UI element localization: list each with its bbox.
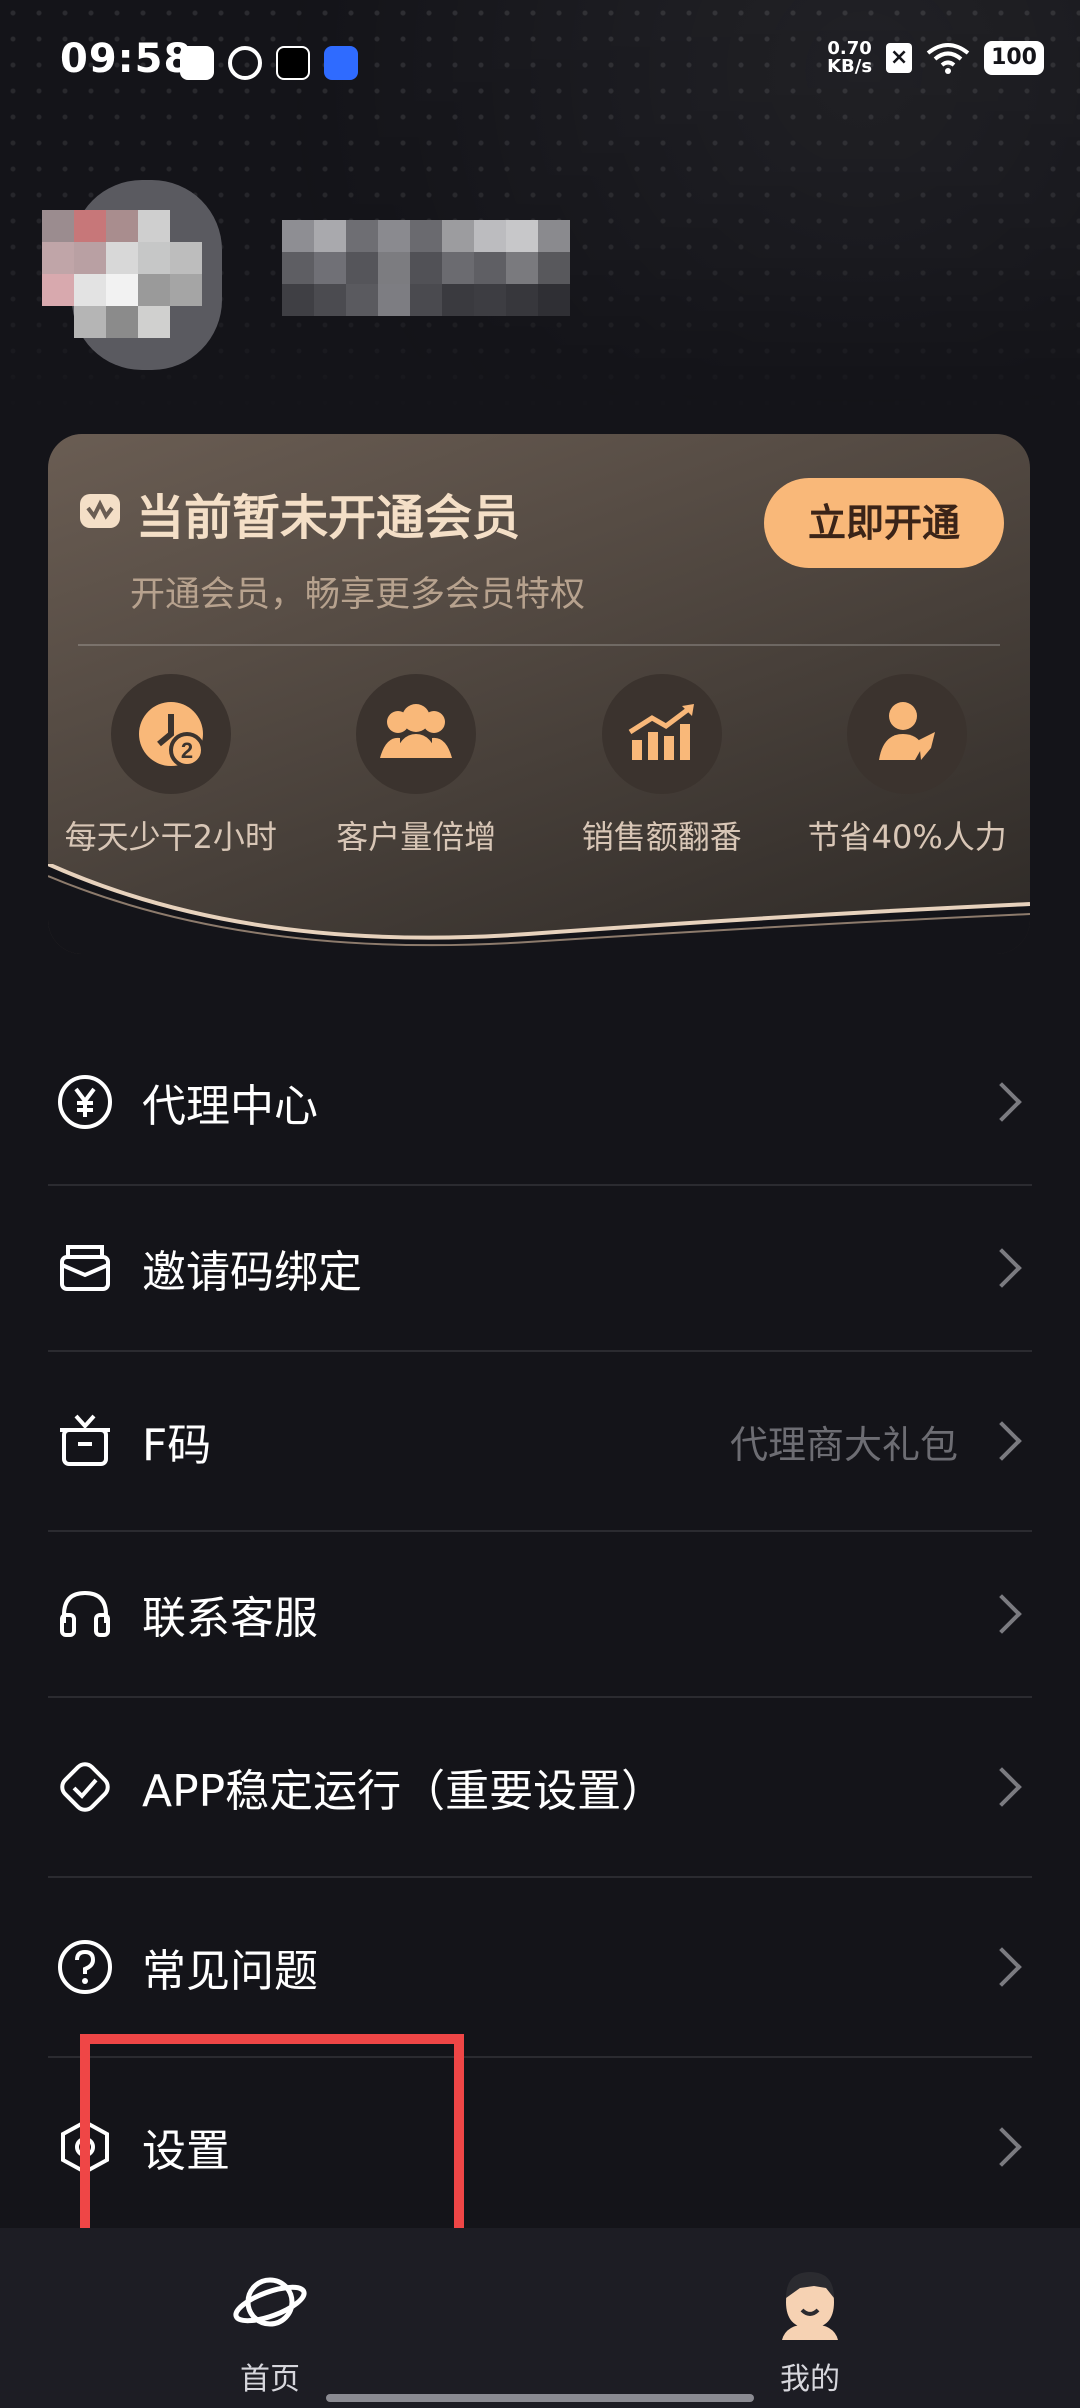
chevron-right-icon [982, 1421, 1022, 1461]
profile-header[interactable] [32, 180, 672, 400]
crown-icon [80, 494, 120, 528]
envelope-icon [60, 1245, 110, 1291]
benefit-item: 节省40%人力 [792, 674, 1022, 858]
chevron-right-icon [982, 1767, 1022, 1807]
wifi-icon [926, 43, 970, 74]
mail-icon [180, 46, 214, 80]
status-bar: 09:58 0.70 KB/s × 100 [0, 0, 1080, 120]
headset-icon [60, 1590, 110, 1637]
benefit-label: 客户量倍增 [336, 818, 497, 856]
group-icon [356, 674, 477, 794]
tab-label: 首页 [240, 2362, 300, 2397]
status-right: 0.70 KB/s × 100 [827, 40, 1044, 76]
menu-item-agent-center[interactable]: 代理中心 [48, 1020, 1032, 1186]
menu-item-invite-code[interactable]: 邀请码绑定 [48, 1186, 1032, 1352]
menu-label: APP稳定运行（重要设置） [142, 1766, 666, 1817]
battery-indicator: 100 [984, 41, 1044, 75]
vip-benefits: 2 每天少干2小时 客户量倍增 销售额翻番 节省40%人力 [48, 674, 1030, 858]
highlight-box [80, 2034, 464, 2244]
status-time: 09:58 [60, 36, 193, 82]
person-icon [847, 674, 968, 794]
chevron-right-icon [982, 1947, 1022, 1987]
vip-card[interactable]: 当前暂未开通会员 开通会员，畅享更多会员特权 立即开通 2 每天少干2小时 客户… [48, 434, 1030, 954]
menu-item-app-stable[interactable]: APP稳定运行（重要设置） [48, 1698, 1032, 1878]
menu-label: 代理中心 [142, 1081, 318, 1132]
chart-up-icon [601, 674, 722, 794]
sim-icon: × [886, 43, 913, 73]
open-vip-button[interactable]: 立即开通 [764, 478, 1004, 568]
menu-label: 常见问题 [142, 1946, 318, 1997]
question-icon [58, 1940, 112, 1994]
bottom-tab-bar: 首页 我的 [0, 2228, 1080, 2408]
home-indicator [326, 2394, 754, 2402]
menu-label: F码 [142, 1420, 212, 1471]
status-app-icons [180, 46, 358, 80]
benefit-item: 客户量倍增 [301, 674, 531, 858]
chevron-right-icon [982, 2127, 1022, 2167]
tab-home[interactable]: 首页 [130, 2228, 410, 2408]
menu-label: 邀请码绑定 [142, 1247, 362, 1298]
tab-mine[interactable]: 我的 [670, 2228, 950, 2408]
vip-subtitle: 开通会员，畅享更多会员特权 [130, 575, 586, 615]
menu-item-f-code[interactable]: F码 代理商大礼包 [48, 1352, 1032, 1532]
blue-app-icon [324, 46, 358, 80]
card-wave-decoration [48, 864, 1030, 954]
shield-check-icon [60, 1762, 110, 1812]
network-speed-unit: KB/s [827, 56, 873, 77]
chevron-right-icon [982, 1594, 1022, 1634]
menu-item-faq[interactable]: 常见问题 [48, 1878, 1032, 2058]
menu-extra-text: 代理商大礼包 [729, 1422, 958, 1467]
svg-text:2: 2 [181, 738, 193, 763]
menu-item-contact-support[interactable]: 联系客服 [48, 1532, 1032, 1698]
benefit-item: 销售额翻番 [547, 674, 777, 858]
avatar-pixelated [42, 180, 570, 370]
tab-label: 我的 [780, 2362, 840, 2397]
gift-icon [60, 1414, 110, 1466]
yen-icon [58, 1075, 112, 1129]
planet-icon [233, 2277, 307, 2327]
chevron-right-icon [982, 1082, 1022, 1122]
chevron-right-icon [982, 1248, 1022, 1288]
network-speed: 0.70 KB/s [827, 40, 872, 76]
menu-label: 联系客服 [142, 1593, 318, 1644]
profile-face-icon [782, 2272, 838, 2340]
vip-title: 当前暂未开通会员 [136, 490, 521, 546]
ball-icon [228, 46, 262, 80]
tiktok-icon [276, 46, 310, 80]
vip-divider [78, 644, 1000, 646]
benefit-label: 每天少干2小时 [64, 818, 277, 856]
benefit-label: 节省40%人力 [807, 818, 1007, 856]
clock-2-icon: 2 [110, 674, 231, 794]
benefit-item: 2 每天少干2小时 [56, 674, 286, 858]
benefit-label: 销售额翻番 [581, 818, 742, 856]
